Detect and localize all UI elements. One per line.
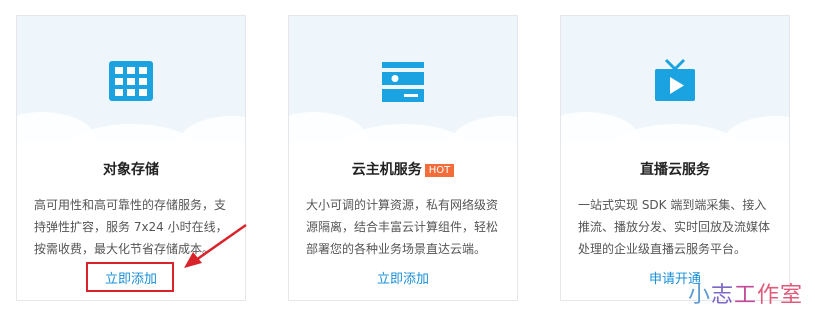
watermark: 小志工作室	[688, 283, 804, 308]
grid-icon	[109, 61, 153, 101]
card-banner	[289, 16, 517, 142]
card-description: 一站式实现 SDK 端到端采集、接入推流、播放分发、实时回放及流媒体处理的企业级…	[578, 198, 771, 256]
card-live-streaming: 直播云服务 一站式实现 SDK 端到端采集、接入推流、播放分发、实时回放及流媒体…	[560, 15, 790, 301]
card-description: 大小可调的计算资源，私有网络级资源隔离，结合丰富云计算组件，轻松部署您的各种业务…	[306, 198, 499, 256]
card-title: 直播云服务	[640, 162, 710, 178]
tv-play-icon	[655, 58, 695, 101]
server-icon	[382, 62, 424, 102]
add-now-button[interactable]: 立即添加	[289, 270, 517, 290]
card-title: 对象存储	[103, 162, 159, 178]
card-title-text: 云主机服务	[351, 162, 422, 178]
card-banner	[17, 16, 245, 142]
highlight-box	[86, 262, 174, 292]
hot-badge: HOT	[424, 164, 455, 177]
card-title: 云主机服务 HOT	[289, 160, 517, 180]
arrow-icon	[184, 223, 247, 268]
card-cloud-host: 云主机服务 HOT 大小可调的计算资源，私有网络级资源隔离，结合丰富云计算组件，轻…	[288, 15, 518, 301]
card-banner	[561, 16, 789, 142]
